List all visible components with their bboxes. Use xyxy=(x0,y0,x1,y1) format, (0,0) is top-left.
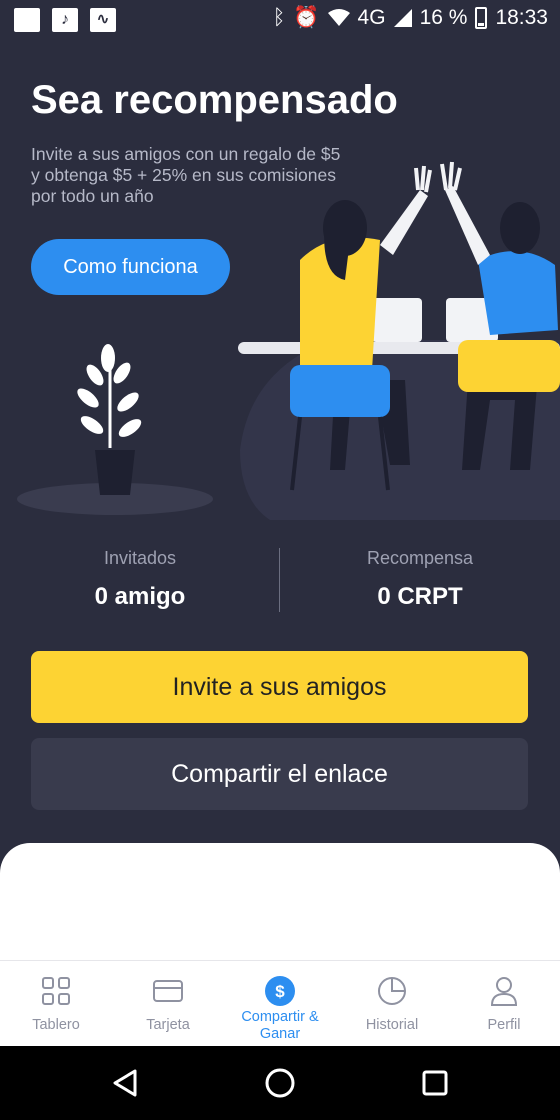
notification-square-icon xyxy=(14,8,40,32)
tab-label: Historial xyxy=(365,1017,419,1033)
grid-icon xyxy=(42,977,70,1005)
signal-icon xyxy=(393,9,412,27)
clock: 18:33 xyxy=(495,6,548,29)
tab-label: Perfil xyxy=(487,1017,521,1033)
how-it-works-button[interactable]: Como funciona xyxy=(31,239,230,295)
tab-dashboard[interactable]: Tablero xyxy=(0,961,112,1047)
page-subtitle: Invite a sus amigos con un regalo de $5 … xyxy=(31,144,341,206)
bottom-sheet xyxy=(0,843,560,960)
tab-profile[interactable]: Perfil xyxy=(448,961,560,1047)
invite-friends-button[interactable]: Invite a sus amigos xyxy=(31,651,528,723)
invited-stat: Invitados 0 amigo xyxy=(0,548,280,611)
alarm-icon: ⏰ xyxy=(293,6,320,29)
bluetooth-icon: ᛒ xyxy=(272,6,286,29)
share-link-button[interactable]: Compartir el enlace xyxy=(31,738,528,810)
user-icon xyxy=(490,977,518,1006)
system-navigation-bar xyxy=(0,1046,560,1120)
battery-icon xyxy=(475,7,488,29)
battery-percent: 16 % xyxy=(419,6,468,29)
reward-label: Recompensa xyxy=(366,548,474,568)
invited-value: 0 amigo xyxy=(94,583,186,610)
dollar-icon: $ xyxy=(265,976,295,1006)
music-note-icon: ♪ xyxy=(52,8,78,32)
pie-chart-icon xyxy=(378,977,406,1005)
reward-stat: Recompensa 0 CRPT xyxy=(280,548,560,611)
wifi-icon xyxy=(327,9,350,26)
tab-label: Compartir & Ganar xyxy=(241,1009,319,1042)
page-title: Sea recompensado xyxy=(31,78,398,122)
back-icon[interactable] xyxy=(111,1068,139,1098)
invited-label: Invitados xyxy=(103,548,177,568)
reward-value: 0 CRPT xyxy=(377,583,463,610)
signal-text: 4G xyxy=(357,6,386,29)
recents-icon[interactable] xyxy=(421,1069,449,1097)
home-icon[interactable] xyxy=(264,1067,296,1099)
bottom-tab-bar: Tablero Tarjeta $ Compartir & Ganar Hist… xyxy=(0,960,560,1047)
tab-history[interactable]: Historial xyxy=(336,961,448,1047)
referral-stats: Invitados 0 amigo Recompensa 0 CRPT xyxy=(0,548,560,616)
tab-label: Tablero xyxy=(32,1017,80,1033)
card-icon xyxy=(153,980,183,1002)
tab-share-earn[interactable]: $ Compartir & Ganar xyxy=(224,961,336,1047)
svg-text:$: $ xyxy=(275,982,285,1001)
tab-card[interactable]: Tarjeta xyxy=(112,961,224,1047)
status-bar: ♪ ∿ ᛒ ⏰ 4G 16 % 18:33 xyxy=(0,0,560,40)
tab-label: Tarjeta xyxy=(146,1017,190,1033)
hero-section: Sea recompensado Invite a sus amigos con… xyxy=(0,40,560,550)
activity-icon: ∿ xyxy=(90,8,116,32)
